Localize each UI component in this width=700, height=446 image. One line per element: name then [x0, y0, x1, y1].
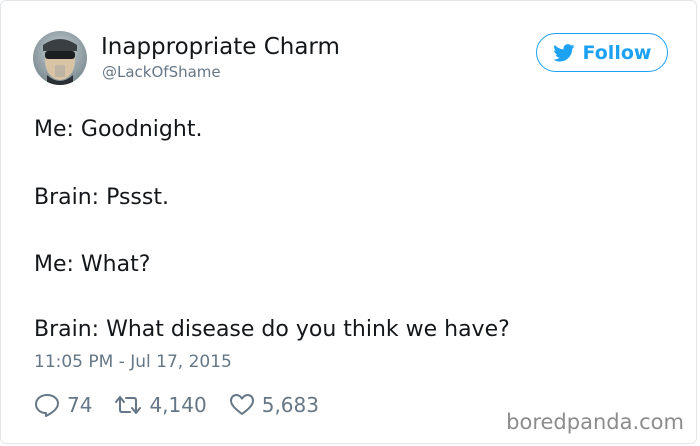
twitter-bird-icon	[552, 43, 574, 61]
tweet-actions: 74 4,140 5,683	[34, 391, 341, 419]
tweet-timestamp[interactable]: 11:05 PM - Jul 17, 2015	[34, 352, 232, 372]
tweet-text-line: Brain: Pssst.	[34, 185, 169, 210]
avatar-photo-icon	[33, 31, 87, 85]
retweet-icon	[115, 396, 142, 414]
follow-button[interactable]: Follow	[536, 33, 668, 72]
retweet-action[interactable]: 4,140	[114, 393, 207, 417]
tweet-text-line: Me: Goodnight.	[34, 117, 203, 142]
like-action[interactable]: 5,683	[229, 393, 319, 417]
tweet-text-line: Brain: What disease do you think we have…	[34, 317, 510, 342]
heart-icon	[229, 394, 254, 415]
like-count: 5,683	[261, 393, 319, 417]
reply-action[interactable]: 74	[34, 393, 92, 417]
follow-label: Follow	[582, 41, 652, 64]
display-name[interactable]: Inappropriate Charm	[101, 34, 340, 60]
user-handle[interactable]: @LackOfShame	[102, 63, 221, 81]
tweet-text-line: Me: What?	[34, 252, 151, 277]
avatar[interactable]	[33, 31, 87, 85]
reply-count: 74	[67, 393, 93, 417]
watermark: boredpanda.com	[506, 410, 684, 434]
page: Inappropriate Charm @LackOfShame Follow …	[0, 0, 700, 446]
reply-icon	[35, 394, 59, 417]
tweet-card: Inappropriate Charm @LackOfShame Follow …	[0, 0, 697, 444]
retweet-count: 4,140	[149, 393, 207, 417]
